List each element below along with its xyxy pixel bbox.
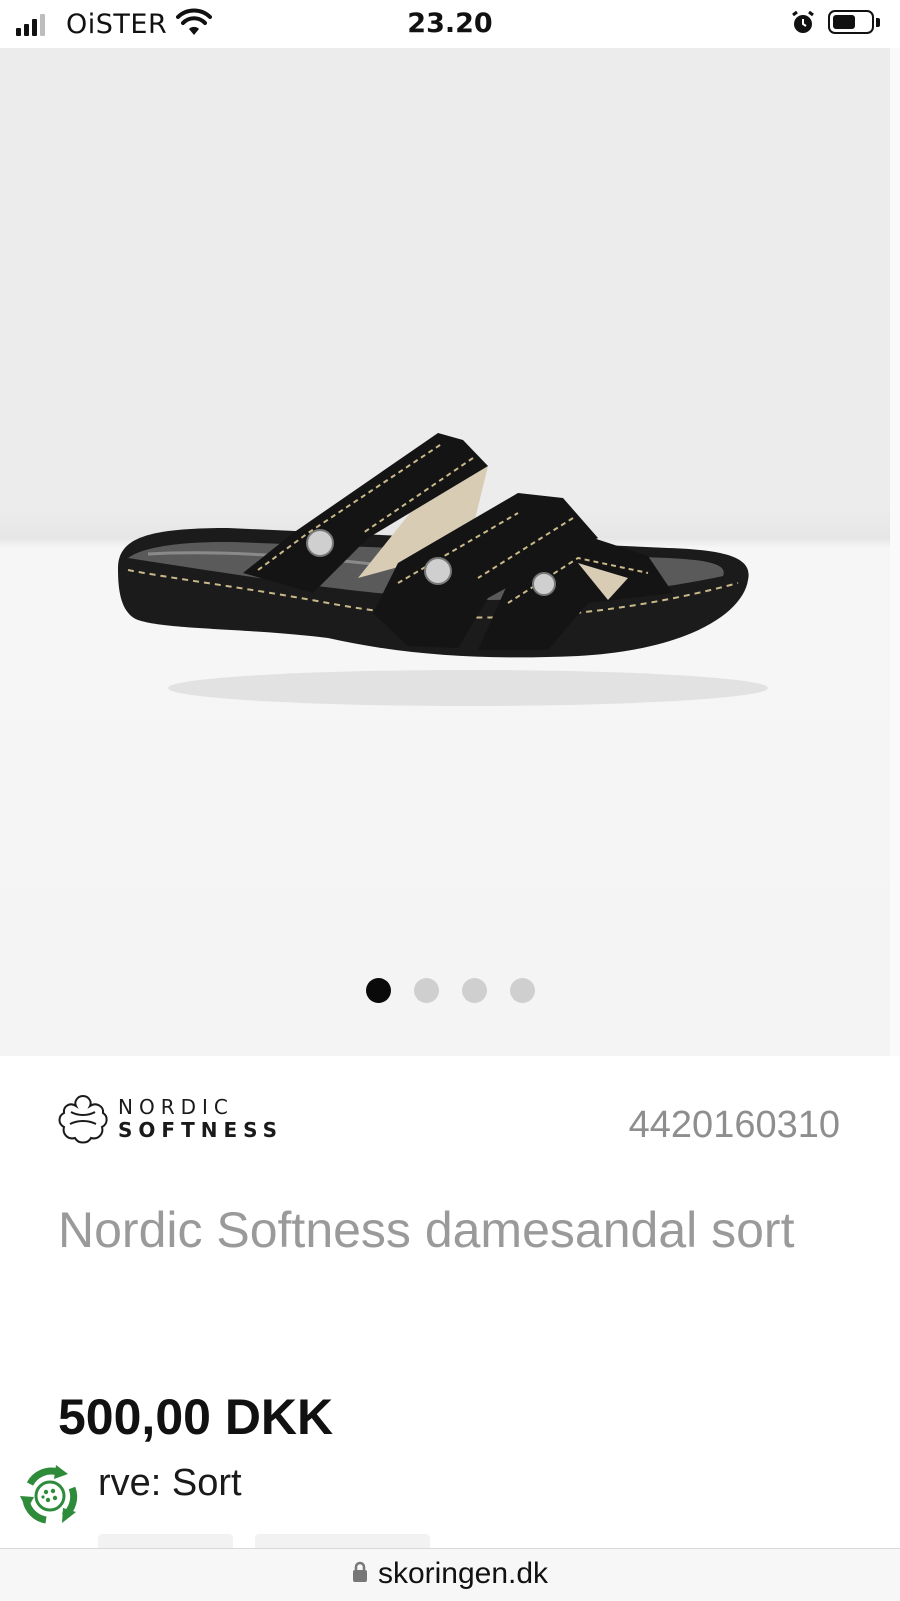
gallery-dot-2[interactable] xyxy=(413,978,439,1003)
product-image[interactable] xyxy=(108,388,778,728)
gallery-pagination[interactable] xyxy=(0,978,900,1003)
url-display[interactable]: skoringen.dk xyxy=(0,1557,900,1591)
size-option[interactable] xyxy=(255,1534,430,1548)
recycle-badge-icon[interactable] xyxy=(16,1462,84,1530)
product-price: 500,00 DKK xyxy=(58,1389,334,1445)
product-title: Nordic Softness damesandal sort xyxy=(58,1202,795,1258)
battery-cap xyxy=(876,18,880,27)
lock-icon xyxy=(352,1561,367,1583)
nordic-softness-logo-icon xyxy=(58,1094,108,1144)
alarm-icon xyxy=(792,10,814,33)
brand-logo-line1: NORDIC xyxy=(118,1095,234,1119)
color-label: rve: Sort xyxy=(98,1462,242,1504)
brand-logo-line2: SOFTNESS xyxy=(118,1118,284,1142)
article-number: 4420160310 xyxy=(628,1104,840,1146)
size-option[interactable] xyxy=(98,1534,233,1548)
gallery-dot-1[interactable] xyxy=(365,978,391,1003)
browser-url-bar[interactable]: skoringen.dk xyxy=(0,1548,900,1601)
url-text: skoringen.dk xyxy=(377,1557,549,1590)
status-bar: OiSTER 23.20 xyxy=(0,0,900,48)
product-gallery[interactable] xyxy=(0,48,900,1056)
clock-time: 23.20 xyxy=(407,8,493,39)
brand-logo[interactable]: NORDIC SOFTNESS xyxy=(56,1092,316,1144)
gallery-dot-3[interactable] xyxy=(461,978,487,1003)
battery-icon xyxy=(828,10,874,34)
gallery-dot-4[interactable] xyxy=(509,978,535,1003)
